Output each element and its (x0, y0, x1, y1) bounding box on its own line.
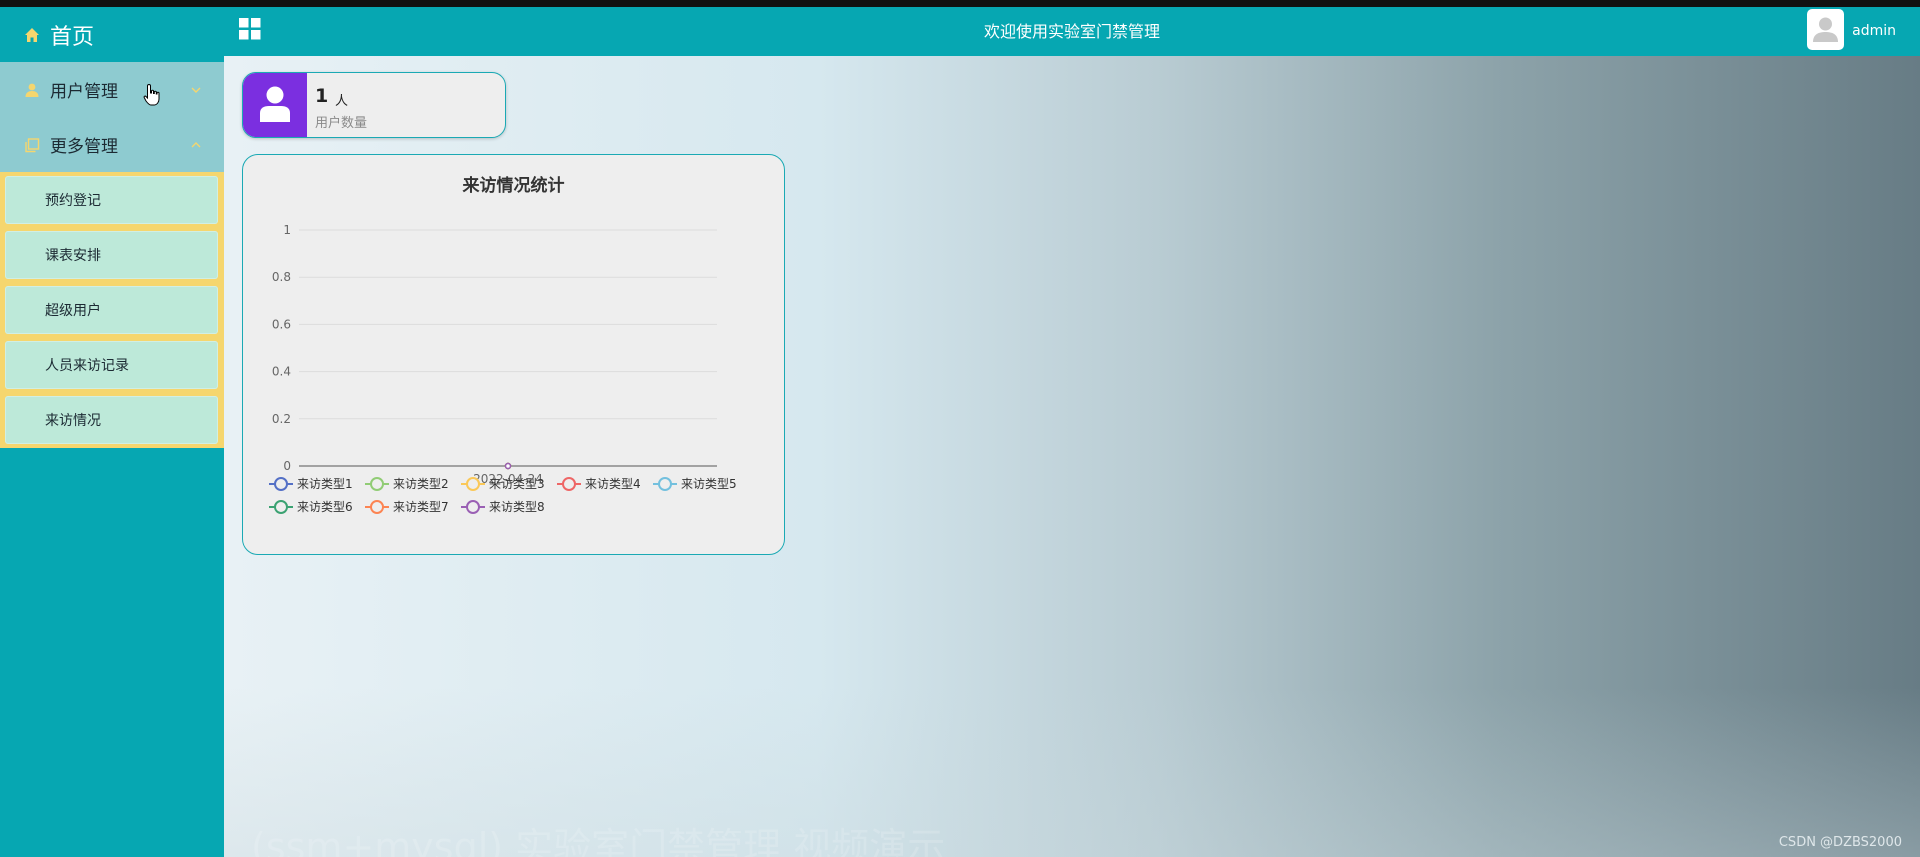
submenu-item-super-user[interactable]: 超级用户 (5, 286, 218, 334)
username[interactable]: admin (1852, 23, 1896, 39)
legend-label: 来访类型5 (681, 477, 737, 491)
video-watermark: (ssm+mysql) 实验室门禁管理 视频演示 (251, 825, 946, 857)
avatar[interactable] (1807, 9, 1844, 50)
legend-label: 来访类型4 (585, 477, 641, 491)
submenu-item-label: 人员来访记录 (45, 358, 129, 374)
main-content: 1 人 用户数量 来访情况统计 0 0.2 0.4 0.6 0.8 1 2022-04-24… (224, 56, 1920, 857)
submenu-item-label: 来访情况 (45, 413, 101, 429)
y-tick-label: 0.8 (272, 270, 291, 284)
menu-group-label: 更多管理 (50, 137, 118, 157)
user-count-card: 1 人 用户数量 (242, 72, 506, 138)
legend-label: 来访类型6 (297, 500, 353, 514)
user-count-unit: 人 (335, 94, 349, 109)
sidebar-home[interactable]: 首页 (0, 7, 224, 62)
user-icon (260, 86, 290, 122)
user-icon (25, 83, 39, 97)
legend-marker (466, 500, 480, 514)
legend-marker (658, 477, 672, 491)
legend-marker (370, 477, 384, 491)
submenu-item-appointment[interactable]: 预约登记 (5, 176, 218, 224)
window-top-strip (0, 0, 1920, 7)
copy-icon (25, 137, 40, 152)
visit-line-chart: 00.20.40.60.812022-04-24来访类型1 来访类型2 来访类型3 来… (269, 223, 737, 514)
home-icon (25, 27, 39, 42)
y-tick-label: 0 (283, 459, 291, 473)
legend-label: 来访类型7 (393, 500, 449, 514)
submenu-item-label: 课表安排 (45, 248, 101, 264)
legend-marker (562, 477, 576, 491)
submenu-item-label: 超级用户 (45, 303, 101, 319)
legend-label: 来访类型2 (393, 477, 449, 491)
user-count-value: 1 (315, 85, 329, 107)
y-tick-label: 0.6 (272, 317, 291, 331)
submenu-more-management: 预约登记 课表安排 超级用户 人员来访记录 来访情况 (0, 172, 224, 448)
legend-marker (370, 500, 384, 514)
submenu-item-visit-status[interactable]: 来访情况 (5, 396, 218, 444)
legend-marker (466, 477, 480, 491)
submenu-item-schedule[interactable]: 课表安排 (5, 231, 218, 279)
user-count-label: 用户数量 (315, 116, 368, 131)
data-point (504, 462, 512, 470)
csdn-credit: CSDN @DZBS2000 (1778, 835, 1902, 850)
legend-marker (274, 477, 288, 491)
top-header: 欢迎使用实验室门禁管理 admin (224, 7, 1920, 56)
avatar-user-icon (1813, 17, 1838, 42)
submenu-item-label: 预约登记 (45, 193, 101, 209)
welcome-text: 欢迎使用实验室门禁管理 (983, 22, 1160, 41)
y-tick-label: 1 (283, 223, 291, 237)
y-tick-label: 0.2 (272, 412, 291, 426)
chevron-up-icon (191, 141, 201, 147)
stat-icon-box (243, 73, 307, 137)
sidebar: 首页 用户管理 更多管理 预约登记 课表安排 超级用户 人员来访记录 来访情况 (0, 7, 224, 857)
home-label: 首页 (50, 24, 95, 50)
visit-chart-card: 来访情况统计 0 0.2 0.4 0.6 0.8 1 2022-04-24 来访类型1 来访类型… (242, 154, 785, 555)
legend-label: 来访类型1 (297, 477, 353, 491)
hand-cursor-icon (143, 83, 160, 106)
menu-group-label: 用户管理 (50, 82, 118, 102)
legend-label: 来访类型3 (489, 477, 545, 491)
legend-marker (274, 500, 288, 514)
y-tick-label: 0.4 (272, 365, 291, 379)
menu-group-more-management[interactable]: 更多管理 (0, 117, 224, 172)
chevron-down-icon (191, 87, 201, 93)
legend-label: 来访类型8 (489, 500, 545, 514)
submenu-item-visit-records[interactable]: 人员来访记录 (5, 341, 218, 389)
menu-group-user-management[interactable]: 用户管理 (0, 62, 224, 117)
